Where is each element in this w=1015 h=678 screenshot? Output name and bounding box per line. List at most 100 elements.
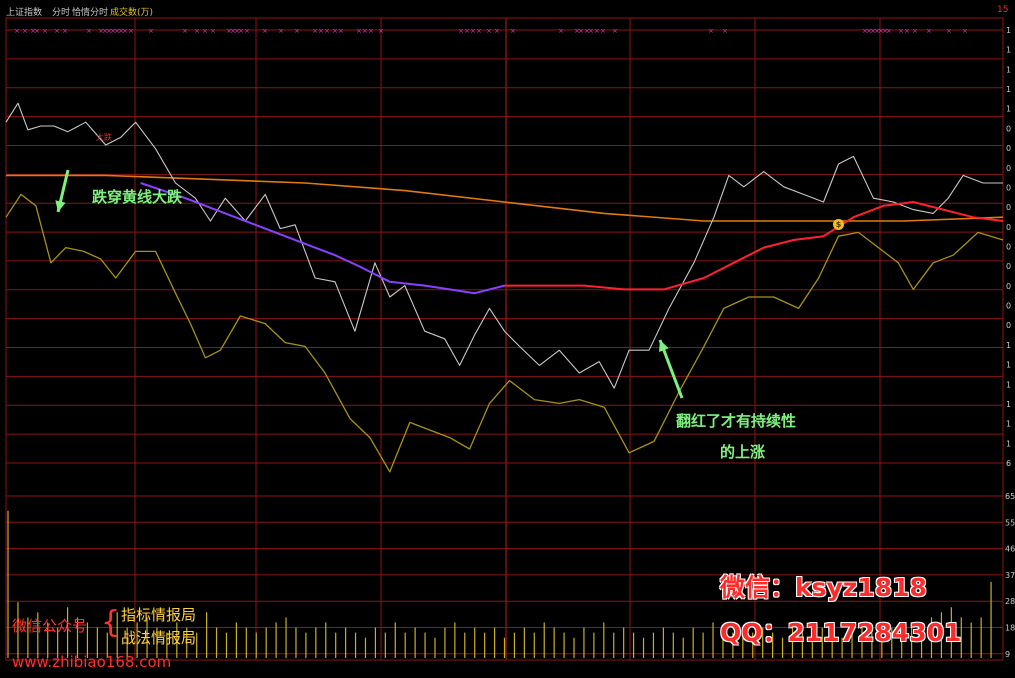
event-marker: × [510, 27, 516, 35]
price-tick-label: 1 [1006, 361, 1011, 370]
price-tick-label: 0 [1006, 164, 1011, 173]
event-marker: × [486, 27, 492, 35]
yellow-series-line [5, 193, 1004, 473]
event-marker: × [926, 27, 932, 35]
event-marker: × [962, 27, 968, 35]
price-tick-label: 0 [1006, 183, 1011, 192]
price-tick-label: 0 [1006, 223, 1011, 232]
volume-tick-label: 28 [1005, 597, 1015, 606]
annotation-top-left: 跌穿黄线大跌 [92, 188, 183, 206]
price-tick-label: 1 [1006, 105, 1011, 114]
event-marker: × [14, 27, 20, 35]
price-tick-label: 6 [1006, 459, 1011, 468]
volume-label: 成交数(万) [110, 8, 154, 18]
event-marker: × [312, 27, 318, 35]
event-marker: × [210, 27, 216, 35]
event-marker: × [588, 27, 594, 35]
volume-tick-label: 65 [1005, 492, 1015, 501]
brace-symbol: { [101, 605, 121, 640]
wechat-contact: 微信：ksyz1818 [720, 573, 927, 602]
event-marker: × [494, 27, 500, 35]
price-tick-label: 1 [1006, 400, 1011, 409]
event-marker: × [356, 27, 362, 35]
chart-frame [5, 17, 1004, 661]
corner-mark: 15 [997, 5, 1009, 15]
qq-contact: QQ：2117284301 [720, 618, 962, 647]
event-marker: × [338, 27, 344, 35]
event-marker: × [324, 27, 330, 35]
event-marker: × [54, 27, 60, 35]
price-tick-label: 0 [1006, 321, 1011, 330]
event-marker: × [122, 27, 128, 35]
volume-tick-label: 9 [1005, 650, 1010, 659]
tab-intraday[interactable]: 分时 [52, 5, 70, 18]
price-tick-label: 0 [1006, 302, 1011, 311]
event-marker: × [612, 27, 618, 35]
price-tick-label: 1 [1006, 341, 1011, 350]
account-name-2: 战法情报局 [121, 629, 197, 647]
event-marker: × [148, 27, 154, 35]
price-tick-label: 0 [1006, 262, 1011, 271]
event-marker: × [22, 27, 28, 35]
annotation-right-line1: 翻红了才有持续性 [676, 412, 797, 430]
event-marker: × [708, 27, 714, 35]
wechat-public-label: 微信公众号 [12, 617, 88, 635]
annotation-right-line2: 的上涨 [720, 443, 766, 461]
event-marker: × [262, 27, 268, 35]
index-name: 上证指数 [6, 8, 43, 18]
event-marker: × [86, 27, 92, 35]
price-tick-label: 1 [1006, 26, 1011, 35]
volume-tick-label: 55 [1005, 518, 1015, 527]
price-tick-label: 1 [1006, 46, 1011, 55]
event-marker: × [362, 27, 368, 35]
event-marker: × [886, 27, 892, 35]
event-marker: × [294, 27, 300, 35]
volume-tick-label: 46 [1005, 545, 1015, 554]
event-marker: × [202, 27, 208, 35]
event-marker: × [34, 27, 40, 35]
price-tick-label: 0 [1006, 124, 1011, 133]
purple-average-line [140, 182, 505, 295]
price-tick-label: 0 [1006, 243, 1011, 252]
event-marker: × [278, 27, 284, 35]
event-marker: × [594, 27, 600, 35]
event-marker: × [578, 27, 584, 35]
event-marker: × [62, 27, 68, 35]
coin-marker-icon: $ [833, 219, 844, 230]
event-marker: × [600, 27, 606, 35]
event-marker: × [42, 27, 48, 35]
price-tick-label: 0 [1006, 203, 1011, 212]
tab-multi-intraday[interactable]: 恰情分时 [72, 5, 108, 18]
event-marker: × [470, 27, 476, 35]
price-tick-label: 1 [1006, 65, 1011, 74]
volume-tick-label: 18 [1005, 624, 1015, 633]
event-marker: × [464, 27, 470, 35]
event-marker: × [722, 27, 728, 35]
price-tick-label: 1 [1006, 439, 1011, 448]
event-marker: × [458, 27, 464, 35]
event-marker: × [238, 27, 244, 35]
volume-tick-label: 37 [1005, 571, 1015, 580]
event-marker: × [244, 27, 250, 35]
event-marker: × [368, 27, 374, 35]
price-tick-label: 1 [1006, 85, 1011, 94]
event-marker: × [182, 27, 188, 35]
event-marker: × [194, 27, 200, 35]
website-link[interactable]: www.zhibiao168.com [12, 653, 171, 671]
red-average-line [504, 201, 1004, 291]
price-tick-label: 1 [1006, 380, 1011, 389]
account-name-1: 指标情报局 [121, 606, 197, 624]
price-tick-label: 0 [1006, 282, 1011, 291]
event-marker: × [912, 27, 918, 35]
event-marker: × [558, 27, 564, 35]
small-red-label: 大跌 [96, 133, 112, 142]
event-marker: × [946, 27, 952, 35]
price-tick-label: 0 [1006, 144, 1011, 153]
event-marker: × [898, 27, 904, 35]
event-marker: × [476, 27, 482, 35]
event-marker: × [332, 27, 338, 35]
event-marker: × [318, 27, 324, 35]
event-marker: × [904, 27, 910, 35]
price-tick-label: 1 [1006, 420, 1011, 429]
event-marker: × [378, 27, 384, 35]
